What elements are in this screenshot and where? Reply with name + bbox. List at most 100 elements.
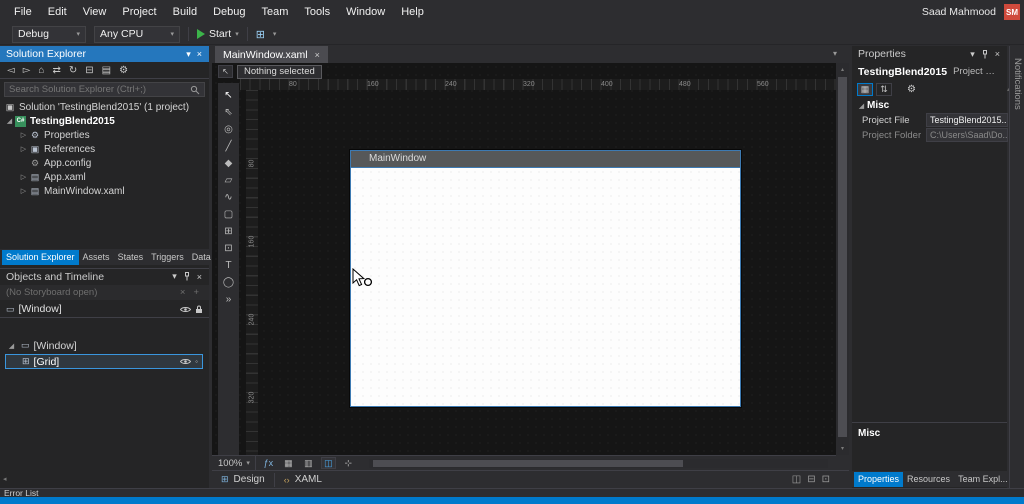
breadcrumb[interactable]: Nothing selected: [237, 65, 322, 79]
expander-icon[interactable]: ▷: [18, 187, 29, 195]
solution-platform-dropdown[interactable]: Any CPU ▾: [94, 25, 180, 43]
effects-toggle-icon[interactable]: ƒx: [261, 457, 276, 469]
tool-direct-selection[interactable]: ⇖: [218, 104, 239, 121]
collapse-all-icon[interactable]: ⊟: [85, 65, 93, 76]
tab-team-explorer[interactable]: Team Expl...: [954, 472, 1012, 487]
tab-list-dropdown-icon[interactable]: ▾: [833, 49, 837, 58]
design-canvas-window[interactable]: MainWindow: [350, 150, 741, 407]
close-icon[interactable]: ×: [194, 272, 205, 282]
split-vertical-icon[interactable]: ◫: [789, 474, 804, 485]
tool-paint-bucket[interactable]: ◆: [218, 155, 239, 172]
wrench-icon[interactable]: ⚙: [907, 84, 916, 95]
tab-solution-explorer[interactable]: Solution Explorer: [2, 250, 79, 265]
scrollbar-thumb[interactable]: [372, 459, 683, 467]
tree-row-references[interactable]: ▷ ▣ References: [0, 142, 209, 156]
property-value-field[interactable]: C:\Users\Saad\Do...: [926, 128, 1008, 142]
tab-xaml[interactable]: ‹› XAML: [275, 471, 331, 488]
scroll-up-icon[interactable]: ▴: [836, 66, 849, 73]
split-horizontal-icon[interactable]: ⊟: [804, 474, 818, 485]
editor-vertical-scrollbar[interactable]: ▴ ▾: [836, 63, 849, 455]
menu-tools[interactable]: Tools: [296, 0, 338, 24]
scroll-down-icon[interactable]: ▾: [836, 445, 849, 452]
solution-explorer-header[interactable]: Solution Explorer ▾ ×: [0, 46, 209, 62]
section-misc-header[interactable]: ◢ Misc: [852, 99, 1007, 112]
visibility-eye-icon[interactable]: [180, 358, 192, 365]
menu-edit[interactable]: Edit: [40, 0, 75, 24]
tools-more-chevron-icon[interactable]: »: [218, 291, 239, 308]
snaplines-toggle-icon[interactable]: ◫: [320, 457, 336, 469]
menu-window[interactable]: Window: [338, 0, 393, 24]
user-avatar[interactable]: SM: [1004, 4, 1020, 20]
timeline-row-grid[interactable]: ⊞ [Grid] ◦: [5, 354, 203, 369]
timeline-row-window[interactable]: ◢ ▭ [Window]: [0, 338, 209, 353]
back-icon[interactable]: ◅: [7, 65, 15, 76]
expander-icon[interactable]: ◢: [4, 117, 15, 125]
tool-rectangle[interactable]: ▢: [218, 206, 239, 223]
alphabetical-view-icon[interactable]: ⇅: [876, 82, 892, 96]
tree-row-mainwindow[interactable]: ▷ ▤ MainWindow.xaml: [0, 184, 209, 198]
refresh-icon[interactable]: ↻: [69, 65, 77, 76]
forward-icon[interactable]: ▻: [23, 65, 31, 76]
search-icon[interactable]: [186, 85, 204, 95]
expander-icon[interactable]: ▷: [18, 131, 29, 139]
collapse-pane-icon[interactable]: ⊡: [819, 474, 833, 485]
property-value-field[interactable]: TestingBlend2015...: [926, 113, 1008, 127]
expander-icon[interactable]: ◢: [856, 102, 867, 110]
properties-header[interactable]: Properties ▾ ×: [852, 46, 1007, 62]
document-tab-mainwindow[interactable]: MainWindow.xaml ×: [215, 46, 328, 63]
tree-row-properties[interactable]: ▷ ⚙ Properties: [0, 128, 209, 142]
tree-row-appconfig[interactable]: ⚙ App.config: [0, 156, 209, 170]
scrollbar-thumb[interactable]: [838, 77, 847, 437]
menu-help[interactable]: Help: [393, 0, 432, 24]
toolbar-options-icon[interactable]: ⊞: [256, 28, 265, 41]
tool-eraser[interactable]: ▱: [218, 172, 239, 189]
objects-timeline-header[interactable]: Objects and Timeline ▾ ×: [0, 268, 209, 284]
new-storyboard-icon[interactable]: +: [189, 287, 203, 298]
solution-configuration-dropdown[interactable]: Debug ▾: [12, 25, 86, 43]
home-icon[interactable]: ⌂: [38, 65, 44, 76]
start-debug-button[interactable]: Start ▾: [197, 28, 239, 40]
window-position-icon[interactable]: ▾: [183, 49, 194, 60]
tree-row-appxaml[interactable]: ▷ ▤ App.xaml: [0, 170, 209, 184]
lock-icon[interactable]: [195, 305, 203, 314]
tree-row-solution[interactable]: ▣ Solution 'TestingBlend2015' (1 project…: [0, 100, 209, 114]
tool-border-control[interactable]: ⊡: [218, 240, 239, 257]
tree-row-project[interactable]: ◢ C# TestingBlend2015: [0, 114, 209, 128]
tab-design[interactable]: ⊞ Design: [212, 471, 274, 488]
tool-text-control[interactable]: T: [218, 257, 239, 274]
artboard[interactable]: ↖ Nothing selected 80 160 240 320 400 48…: [212, 63, 836, 455]
editor-horizontal-scrollbar[interactable]: [368, 458, 828, 468]
menu-build[interactable]: Build: [165, 0, 205, 24]
tab-properties[interactable]: Properties: [854, 472, 904, 487]
search-input[interactable]: [5, 84, 186, 95]
snap-grid-toggle-icon[interactable]: ▦: [281, 457, 296, 469]
tab-triggers[interactable]: Triggers: [147, 250, 188, 265]
tab-data[interactable]: Data: [188, 250, 215, 265]
menu-file[interactable]: File: [6, 0, 40, 24]
tool-pen[interactable]: ∿: [218, 189, 239, 206]
expander-icon[interactable]: ◢: [6, 342, 17, 350]
design-window-content[interactable]: [351, 167, 740, 406]
close-icon[interactable]: ×: [194, 49, 205, 59]
tool-zoom[interactable]: ◎: [218, 121, 239, 138]
pin-icon[interactable]: [180, 272, 194, 281]
menu-project[interactable]: Project: [114, 0, 164, 24]
tool-eyedropper[interactable]: ╱: [218, 138, 239, 155]
annotations-toggle-icon[interactable]: ⊹: [341, 457, 356, 469]
tab-resources[interactable]: Resources: [903, 472, 954, 487]
tab-assets[interactable]: Assets: [79, 250, 114, 265]
menu-debug[interactable]: Debug: [205, 0, 253, 24]
close-icon[interactable]: ×: [992, 49, 1003, 59]
tab-states[interactable]: States: [114, 250, 148, 265]
pin-icon[interactable]: [978, 49, 992, 59]
lock-state-icon[interactable]: ◦: [195, 357, 198, 366]
zoom-dropdown[interactable]: 100% ▾: [218, 458, 250, 469]
close-storyboard-icon[interactable]: ×: [176, 287, 190, 298]
user-name[interactable]: Saad Mahmood: [922, 6, 996, 18]
properties-icon[interactable]: ⚙: [119, 65, 128, 76]
category-view-icon[interactable]: ▦: [857, 82, 873, 96]
menu-view[interactable]: View: [75, 0, 115, 24]
notifications-strip[interactable]: Notifications: [1009, 46, 1024, 488]
scroll-left-icon[interactable]: ◂: [3, 475, 7, 483]
window-position-icon[interactable]: ▾: [967, 49, 978, 60]
